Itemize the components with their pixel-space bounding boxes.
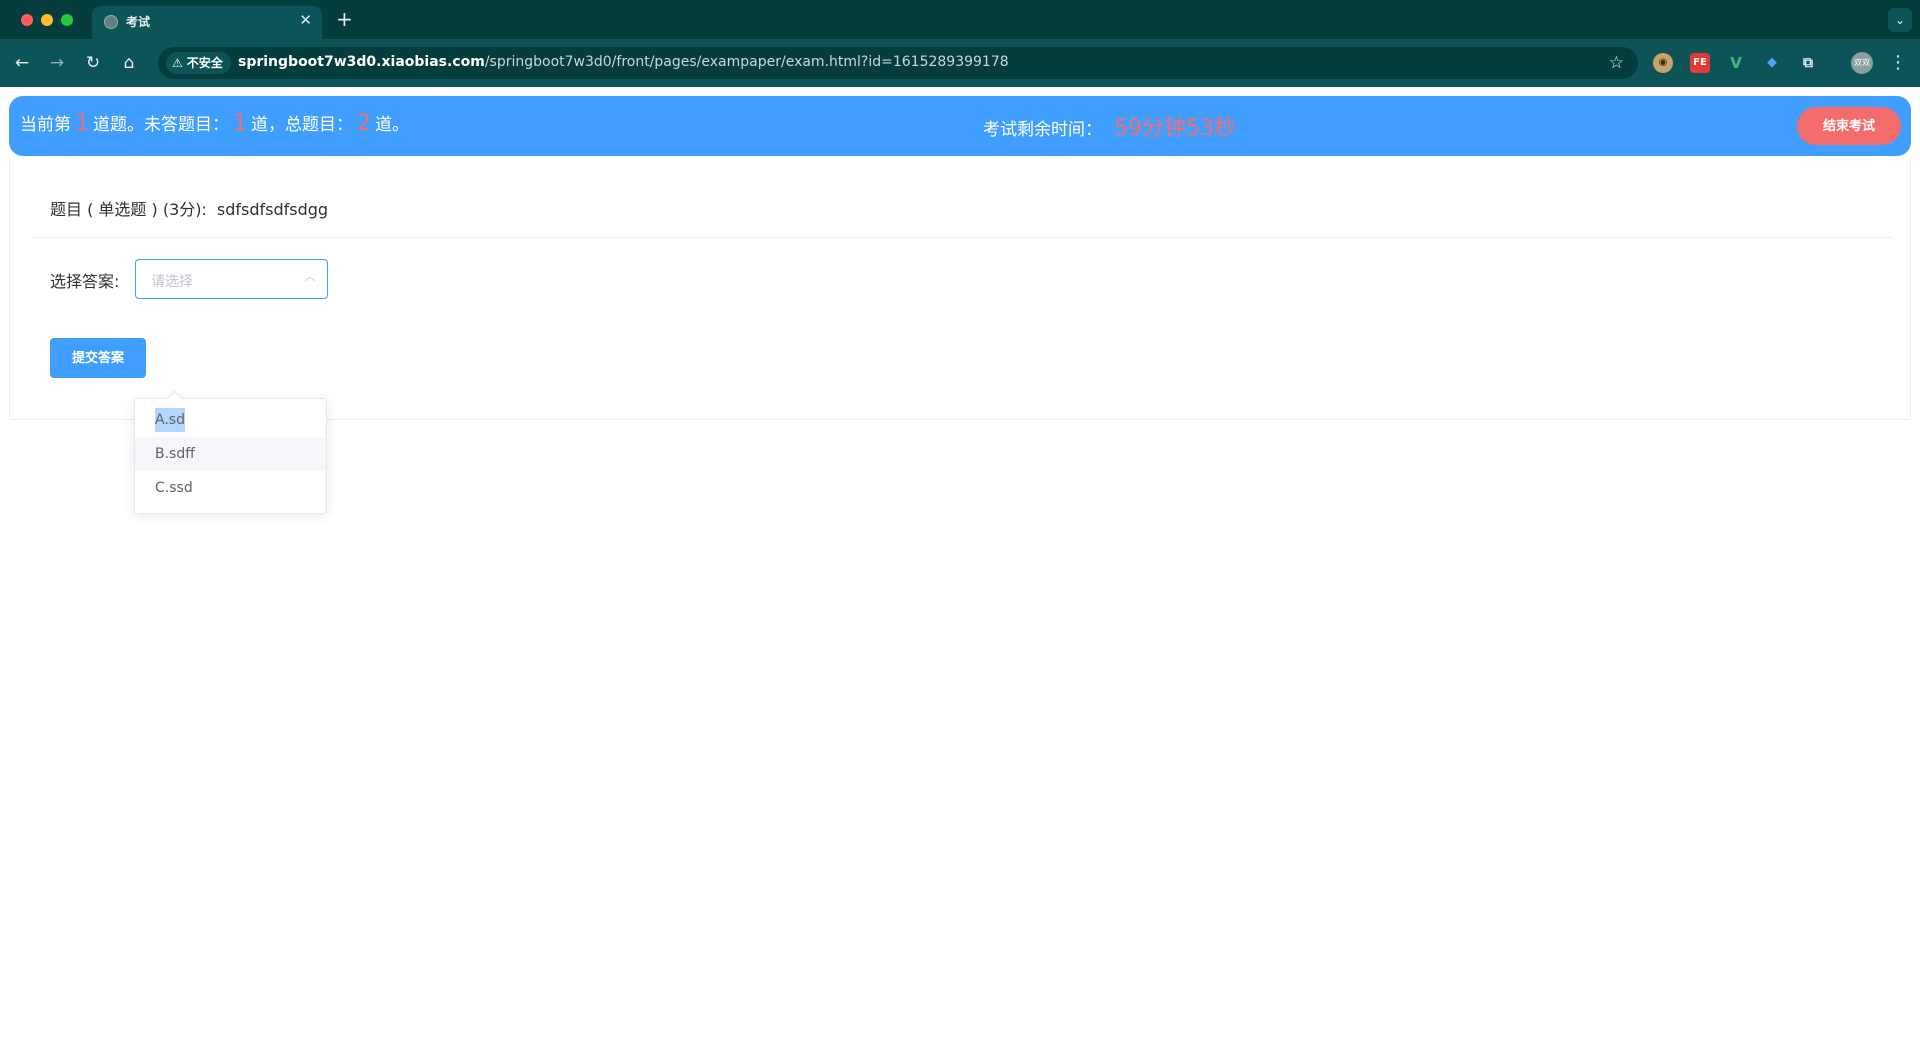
url-path: /springboot7w3d0/front/pages/exampaper/e… xyxy=(484,54,1009,70)
bookmark-star-icon[interactable]: ☆ xyxy=(1609,52,1624,74)
tab-title: 考试 xyxy=(126,15,151,29)
ext-vue-icon[interactable]: V xyxy=(1726,53,1746,73)
option-b[interactable]: B.sdff xyxy=(135,437,326,471)
current-question-number: 1 xyxy=(75,111,89,136)
browser-tab-bar: 考试 ✕ + ⌄ xyxy=(0,0,1920,39)
status-prefix: 当前第 xyxy=(20,115,71,135)
window-close-button[interactable] xyxy=(21,14,33,26)
address-bar[interactable]: ⚠ 不安全 springboot7w3d0.xiaobias.com/sprin… xyxy=(158,47,1638,79)
chevron-down-icon[interactable]: ⌄ xyxy=(1888,8,1912,32)
answer-dropdown: A.sd B.sdff C.ssd xyxy=(134,398,327,514)
status-unanswered-text: 道题。未答题目： xyxy=(93,115,229,135)
window-maximize-button[interactable] xyxy=(61,14,73,26)
divider xyxy=(30,237,1892,238)
exam-status-bar: 当前第 1 道题。未答题目： 1 道，总题目： 2 道。 考试剩余时间： 59分… xyxy=(9,96,1911,156)
submit-answer-button[interactable]: 提交答案 xyxy=(50,338,146,378)
question-text: sdfsdfsdfsdgg xyxy=(216,200,329,219)
url-text: springboot7w3d0.xiaobias.com/springboot7… xyxy=(238,54,1009,70)
question-header: 题目 ( 单选题 ) (3分): xyxy=(50,200,207,219)
option-a[interactable]: A.sd xyxy=(135,403,326,437)
option-label: C.ssd xyxy=(155,480,193,496)
answer-select[interactable]: 请选择 ︿ xyxy=(135,259,328,299)
option-label: B.sdff xyxy=(155,446,195,462)
profile-avatar[interactable]: 双双 xyxy=(1851,52,1873,74)
end-exam-button[interactable]: 结束考试 xyxy=(1797,107,1901,145)
browser-tab[interactable]: 考试 ✕ xyxy=(92,6,322,39)
question-card: 题目 ( 单选题 ) (3分): sdfsdfsdfsdgg 选择答案: 请选择 … xyxy=(9,156,1911,420)
chevron-up-icon: ︿ xyxy=(304,270,316,283)
window-minimize-button[interactable] xyxy=(41,14,53,26)
more-vert-icon[interactable]: ⋮ xyxy=(1889,50,1907,76)
unanswered-count: 1 xyxy=(233,111,247,136)
ext-fe-icon[interactable]: FE xyxy=(1690,53,1710,73)
extensions-puzzle-icon[interactable]: ⧉ xyxy=(1798,53,1818,73)
forward-arrow-icon[interactable]: → xyxy=(44,50,70,76)
security-label: 不安全 xyxy=(186,56,223,70)
ext-owl-icon[interactable]: ◉ xyxy=(1653,53,1673,73)
ext-pin-icon[interactable]: ◆ xyxy=(1762,53,1782,73)
time-remaining: 59分钟53秒 xyxy=(1114,116,1236,141)
globe-icon xyxy=(104,15,118,29)
timer-section: 考试剩余时间： 59分钟53秒 xyxy=(983,110,1236,142)
browser-toolbar: ← → ↻ ⌂ ⚠ 不安全 springboot7w3d0.xiaobias.c… xyxy=(0,39,1920,87)
status-total-text: 道，总题目： xyxy=(251,115,353,135)
back-arrow-icon[interactable]: ← xyxy=(9,50,35,76)
question-title: 题目 ( 单选题 ) (3分): sdfsdfsdfsdgg xyxy=(50,196,328,220)
total-count: 2 xyxy=(357,111,371,136)
option-c[interactable]: C.ssd xyxy=(135,471,326,505)
answer-label: 选择答案: xyxy=(50,272,120,291)
progress-summary: 当前第 1 道题。未答题目： 1 道，总题目： 2 道。 xyxy=(20,110,409,136)
status-suffix: 道。 xyxy=(375,115,409,135)
option-label: A.sd xyxy=(155,408,185,432)
exam-page: 当前第 1 道题。未答题目： 1 道，总题目： 2 道。 考试剩余时间： 59分… xyxy=(0,87,1920,1055)
reload-icon[interactable]: ↻ xyxy=(80,50,106,76)
select-placeholder: 请选择 xyxy=(151,274,193,290)
new-tab-icon[interactable]: + xyxy=(336,8,353,30)
warning-triangle-icon: ⚠ xyxy=(172,56,183,70)
url-host: springboot7w3d0.xiaobias.com xyxy=(238,54,485,70)
security-chip[interactable]: ⚠ 不安全 xyxy=(166,52,231,74)
timer-label: 考试剩余时间： xyxy=(983,120,1102,140)
tab-close-icon[interactable]: ✕ xyxy=(299,11,312,29)
home-icon[interactable]: ⌂ xyxy=(116,50,142,76)
